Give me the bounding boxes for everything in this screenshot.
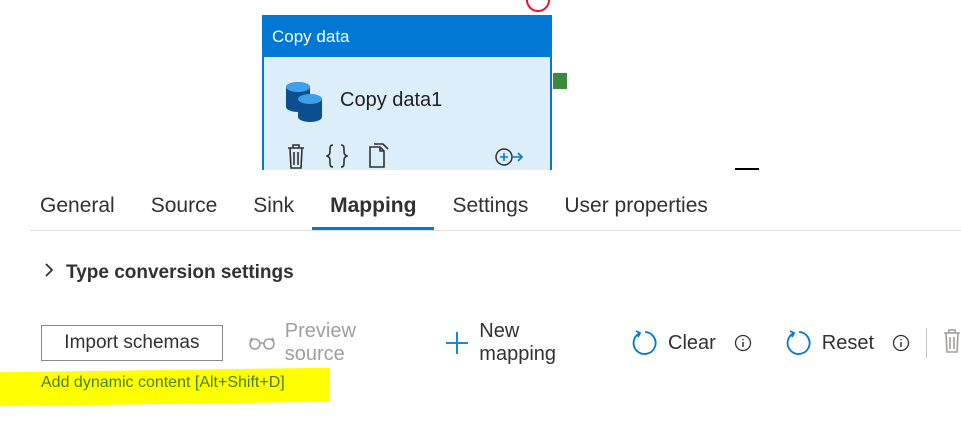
code-icon[interactable]	[324, 143, 350, 173]
tab-user-properties[interactable]: User properties	[546, 192, 726, 230]
reset-label: Reset	[821, 331, 875, 354]
delete-icon[interactable]	[943, 328, 961, 358]
plus-icon	[445, 331, 469, 355]
tab-source[interactable]: Source	[133, 192, 236, 230]
preview-source-label: Preview source	[284, 320, 356, 365]
reset-button[interactable]: Reset	[786, 330, 874, 356]
clone-icon[interactable]	[368, 143, 390, 173]
add-dynamic-content-link[interactable]: Add dynamic content [Alt+Shift+D]	[41, 374, 285, 392]
type-conversion-label: Type conversion settings	[66, 262, 294, 283]
clear-label: Clear	[668, 331, 716, 354]
activity-name: Copy data1	[340, 89, 443, 111]
info-icon[interactable]	[892, 334, 910, 352]
activity-type-label: Copy data	[264, 17, 550, 57]
refresh-icon	[786, 330, 812, 356]
copy-data-activity-card[interactable]: Copy data Copy data1	[262, 15, 552, 175]
new-mapping-button[interactable]: New mapping	[445, 320, 596, 366]
tab-general[interactable]: General	[40, 192, 133, 230]
delete-icon[interactable]	[286, 143, 306, 173]
tab-mapping[interactable]: Mapping	[312, 192, 435, 230]
clear-button[interactable]: Clear	[632, 330, 716, 356]
glasses-icon	[248, 336, 275, 350]
tab-sink[interactable]: Sink	[235, 192, 312, 230]
type-conversion-expander[interactable]: Type conversion settings	[44, 262, 294, 284]
info-icon[interactable]	[734, 334, 752, 352]
refresh-icon	[632, 330, 658, 356]
error-indicator-icon	[526, 0, 550, 12]
success-output-port[interactable]	[553, 73, 567, 89]
copy-data-icon	[284, 79, 324, 128]
mapping-toolbar: Import schemas Preview source New mappin…	[41, 320, 961, 365]
tab-divider	[30, 230, 961, 231]
toolbar-separator	[926, 328, 928, 358]
chevron-right-icon	[44, 262, 54, 284]
preview-source-button[interactable]: Preview source	[248, 320, 416, 366]
tab-bar: General Source Sink Mapping Settings Use…	[40, 192, 726, 230]
import-schemas-button[interactable]: Import schemas	[41, 325, 223, 361]
add-output-icon[interactable]	[494, 147, 524, 172]
tab-settings[interactable]: Settings	[434, 192, 546, 230]
new-mapping-label: New mapping	[479, 320, 557, 365]
